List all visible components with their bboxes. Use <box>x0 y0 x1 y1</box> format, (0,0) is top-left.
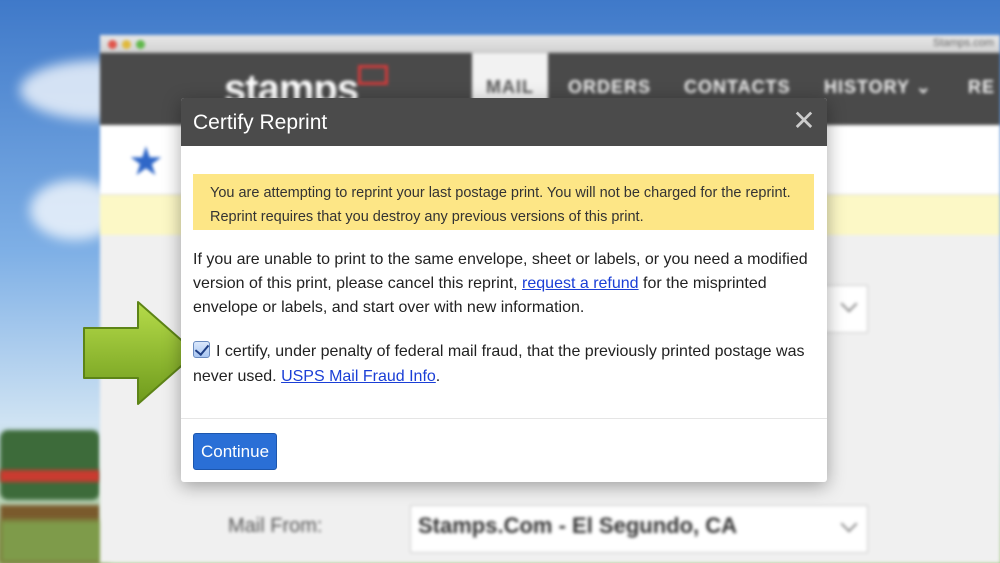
minimize-window-icon <box>122 40 131 49</box>
chevron-down-icon <box>840 515 858 533</box>
browser-titlebar: Stamps.com <box>100 35 1000 53</box>
request-refund-link[interactable]: request a refund <box>522 275 639 292</box>
certify-period: . <box>435 367 441 385</box>
close-icon[interactable]: ✕ <box>791 107 817 135</box>
browser-title: Stamps.com <box>932 37 994 49</box>
dialog-footer: Continue <box>181 418 827 482</box>
nav-tab-contacts: CONTACTS <box>684 77 791 97</box>
maximize-window-icon <box>136 40 145 49</box>
certify-reprint-dialog: Certify Reprint ✕ You are attempting to … <box>181 98 827 482</box>
close-window-icon <box>108 40 117 49</box>
chevron-down-icon <box>840 295 858 313</box>
nav-tab-orders: ORDERS <box>568 77 652 97</box>
nav-tab-history: HISTORY ⌄ <box>824 77 932 97</box>
dialog-header: Certify Reprint ✕ <box>181 98 827 146</box>
background-mailbox <box>0 430 100 500</box>
dialog-title: Certify Reprint <box>193 111 328 134</box>
background-grass <box>0 520 110 563</box>
usps-mail-fraud-info-link[interactable]: USPS Mail Fraud Info <box>281 368 436 385</box>
certify-statement: I certify, under penalty of federal mail… <box>193 340 818 389</box>
reprint-instructions: If you are unable to print to the same e… <box>193 248 818 320</box>
mail-from-label: Mail From: <box>228 515 323 537</box>
background-mailbox-stripe <box>0 470 100 482</box>
reprint-warning-alert: You are attempting to reprint your last … <box>193 174 814 230</box>
continue-button[interactable]: Continue <box>193 433 277 470</box>
nav-tab-reports: RE <box>968 77 996 97</box>
stamps-logo-mark <box>358 65 388 85</box>
certify-checkbox[interactable] <box>193 341 210 358</box>
star-icon: ★ <box>128 140 164 184</box>
mail-from-value: Stamps.Com - El Segundo, CA <box>418 513 738 538</box>
